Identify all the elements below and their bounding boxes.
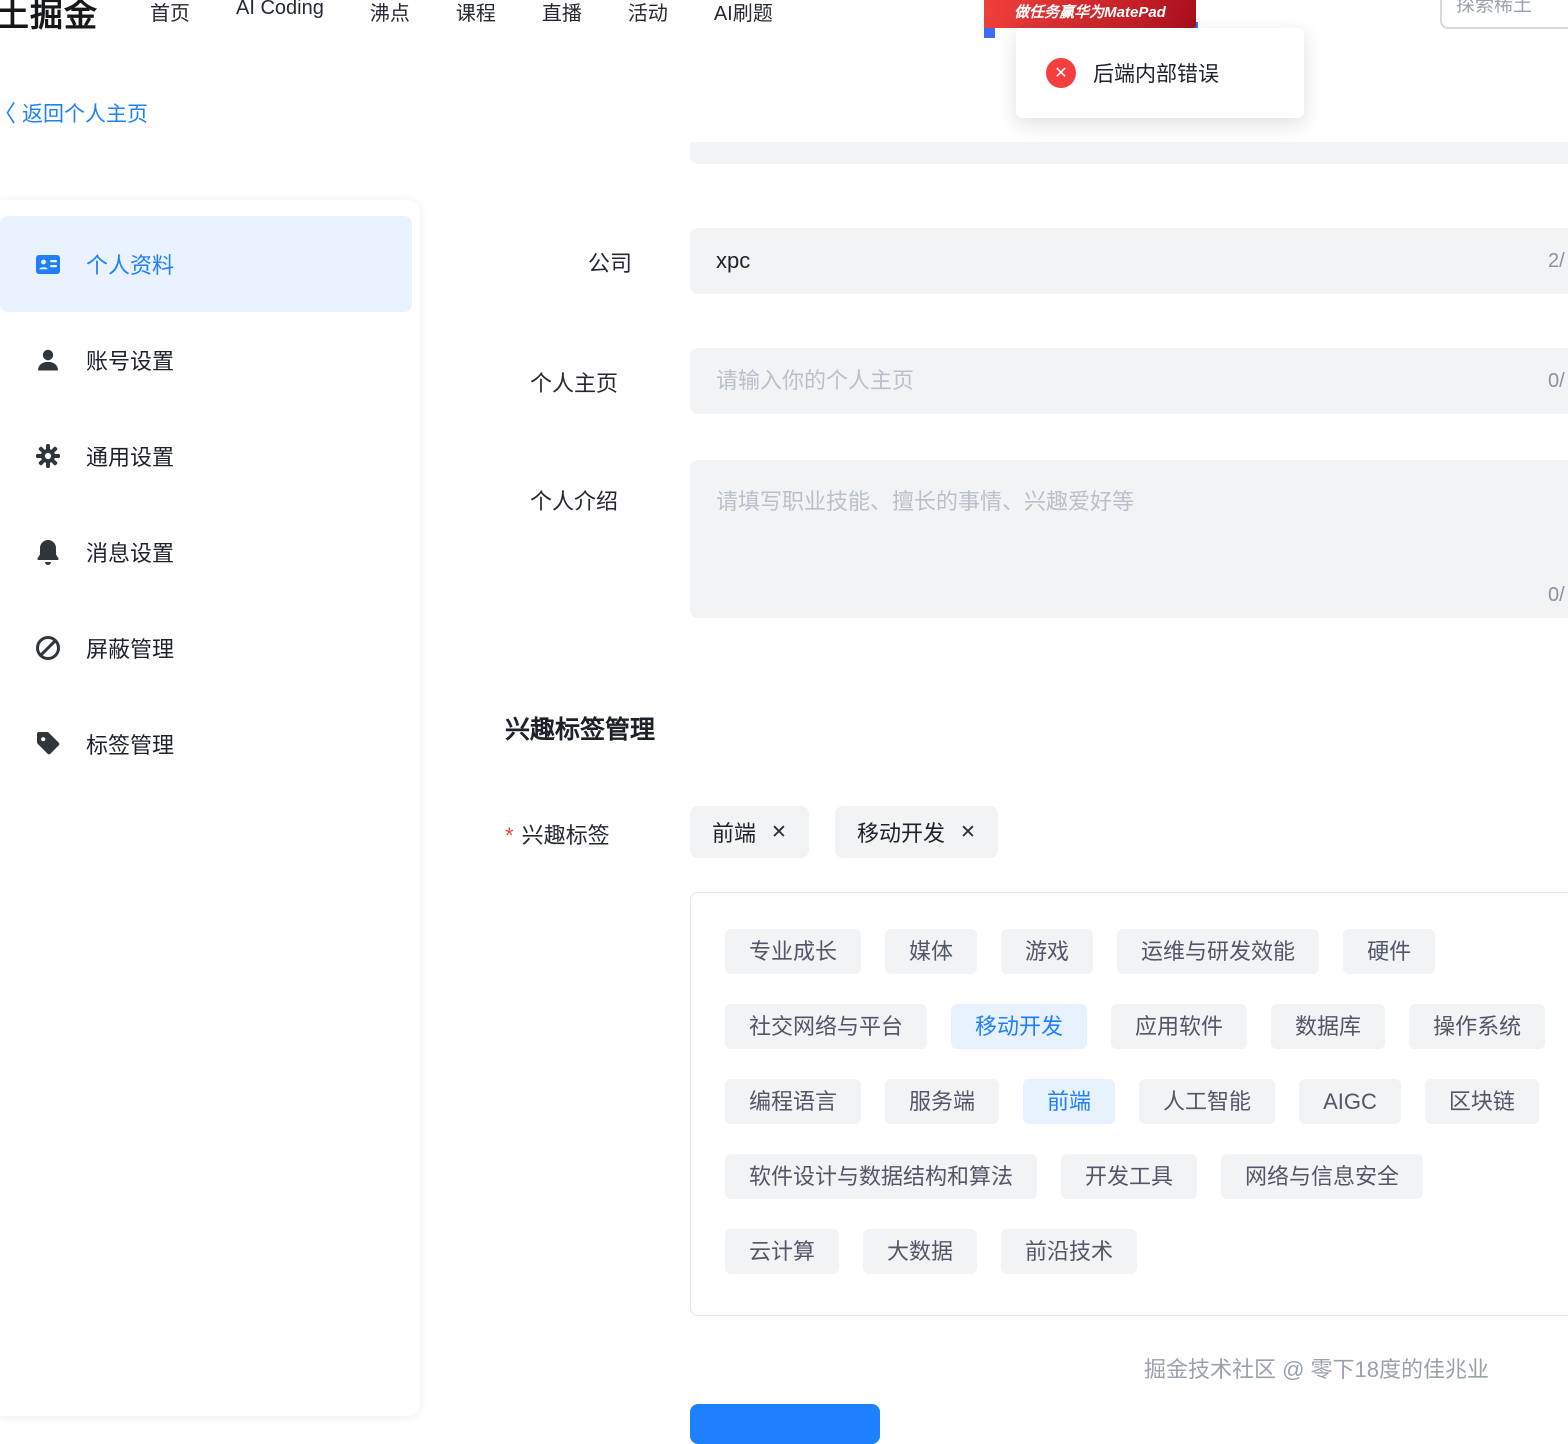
- tag-row: 编程语言 服务端 前端 人工智能 AIGC 区块链: [725, 1079, 1568, 1124]
- search-input[interactable]: [1440, 0, 1568, 29]
- bell-icon: [34, 538, 62, 566]
- tag-option[interactable]: 大数据: [863, 1229, 978, 1274]
- company-label: 公司: [588, 251, 633, 276]
- company-counter: 2/: [1548, 250, 1565, 272]
- homepage-input[interactable]: [690, 348, 1568, 414]
- nav-item-pins[interactable]: 沸点: [370, 0, 410, 26]
- back-to-profile-link[interactable]: 〈 返回个人主页: [0, 98, 148, 128]
- intro-counter: 0/: [1548, 584, 1565, 606]
- sidebar-item-label: 消息设置: [86, 541, 175, 566]
- sidebar-item-label: 屏蔽管理: [86, 637, 175, 662]
- sidebar-item-label: 标签管理: [86, 733, 175, 758]
- community-watermark: 掘金技术社区 @ 零下18度的佳兆业: [1144, 1357, 1490, 1382]
- tag-row: 社交网络与平台 移动开发 应用软件 数据库 操作系统: [725, 1004, 1568, 1049]
- intro-label: 个人介绍: [530, 489, 619, 514]
- nav-item-courses[interactable]: 课程: [456, 0, 496, 26]
- site-logo[interactable]: 土掘金: [0, 0, 98, 36]
- tag-option[interactable]: 操作系统: [1409, 1004, 1546, 1049]
- tag-option[interactable]: 开发工具: [1061, 1154, 1198, 1199]
- nav-item-live[interactable]: 直播: [542, 0, 582, 26]
- homepage-label: 个人主页: [530, 371, 619, 396]
- tag-option[interactable]: 网络与信息安全: [1221, 1154, 1424, 1199]
- tag-option[interactable]: 区块链: [1424, 1079, 1539, 1124]
- tag-option-selected[interactable]: 移动开发: [951, 1004, 1088, 1049]
- tag-option[interactable]: 专业成长: [725, 929, 862, 974]
- selected-tag-mobile: 移动开发 ✕: [834, 806, 998, 858]
- tag-option[interactable]: 服务端: [885, 1079, 1000, 1124]
- sidebar-item-label: 账号设置: [86, 349, 175, 374]
- sidebar-item-label: 个人资料: [86, 253, 175, 278]
- tag-option[interactable]: 云计算: [725, 1229, 840, 1274]
- tag-option[interactable]: 运维与研发效能: [1117, 929, 1320, 974]
- tag-option[interactable]: AIGC: [1299, 1079, 1401, 1124]
- interest-section-heading: 兴趣标签管理: [505, 716, 656, 744]
- sidebar-item-account[interactable]: 账号设置: [0, 312, 412, 408]
- settings-sidebar: 个人资料 账号设置 通用设置 消息设置 屏蔽管理 标签管理: [0, 200, 420, 1416]
- nav-item-events[interactable]: 活动: [628, 0, 668, 26]
- remove-tag-icon[interactable]: ✕: [771, 823, 787, 842]
- tag-option[interactable]: 媒体: [885, 929, 978, 974]
- company-input[interactable]: [690, 228, 1568, 294]
- tag-picker-panel: 专业成长 媒体 游戏 运维与研发效能 硬件 社交网络与平台 移动开发 应用软件 …: [690, 892, 1568, 1316]
- chip-label: 前端: [712, 821, 757, 846]
- nav-item-home[interactable]: 首页: [150, 0, 190, 26]
- error-circle-icon: ✕: [1046, 58, 1076, 88]
- tag-option[interactable]: 软件设计与数据结构和算法: [725, 1154, 1038, 1199]
- tag-option[interactable]: 前沿技术: [1001, 1229, 1138, 1274]
- gear-icon: [34, 442, 62, 470]
- tag-option[interactable]: 社交网络与平台: [725, 1004, 928, 1049]
- top-nav: 首页 AI Coding 沸点 课程 直播 活动 AI刷题: [150, 0, 773, 26]
- chip-label: 移动开发: [856, 821, 945, 846]
- user-icon: [34, 346, 62, 374]
- tag-row: 云计算 大数据 前沿技术: [725, 1229, 1568, 1274]
- nav-item-ai-quiz[interactable]: AI刷题: [714, 0, 773, 26]
- remove-tag-icon[interactable]: ✕: [960, 823, 976, 842]
- id-card-icon: [34, 250, 62, 278]
- intro-textarea[interactable]: [690, 460, 1568, 618]
- error-toast: ✕ 后端内部错误: [1016, 28, 1304, 118]
- tag-option[interactable]: 应用软件: [1111, 1004, 1248, 1049]
- chevron-left-icon: 〈: [0, 101, 16, 125]
- sidebar-item-tags[interactable]: 标签管理: [0, 696, 412, 792]
- tag-option[interactable]: 硬件: [1343, 929, 1436, 974]
- selected-tags: 前端 ✕ 移动开发 ✕: [690, 806, 998, 858]
- block-icon: [34, 634, 62, 662]
- tag-icon: [34, 730, 62, 758]
- sidebar-item-label: 通用设置: [86, 445, 175, 470]
- sidebar-item-notifications[interactable]: 消息设置: [0, 504, 412, 600]
- homepage-counter: 0/: [1548, 370, 1565, 392]
- sidebar-item-general[interactable]: 通用设置: [0, 408, 412, 504]
- nav-item-ai-coding[interactable]: AI Coding: [236, 0, 324, 26]
- sidebar-item-profile[interactable]: 个人资料: [0, 216, 412, 312]
- tag-option[interactable]: 编程语言: [725, 1079, 862, 1124]
- back-link-label: 返回个人主页: [22, 103, 148, 126]
- sidebar-item-block[interactable]: 屏蔽管理: [0, 600, 412, 696]
- clipped-field-bottom: [690, 142, 1568, 164]
- toast-message: 后端内部错误: [1093, 63, 1219, 86]
- tag-option[interactable]: 游戏: [1001, 929, 1094, 974]
- tag-option[interactable]: 数据库: [1271, 1004, 1386, 1049]
- tag-row: 软件设计与数据结构和算法 开发工具 网络与信息安全: [725, 1154, 1568, 1199]
- save-button[interactable]: [690, 1404, 880, 1444]
- tag-row: 专业成长 媒体 游戏 运维与研发效能 硬件: [725, 929, 1568, 974]
- interest-field-label: * 兴趣标签: [505, 823, 610, 848]
- required-asterisk: *: [505, 823, 514, 848]
- selected-tag-frontend: 前端 ✕: [690, 806, 809, 858]
- tag-option[interactable]: 人工智能: [1139, 1079, 1276, 1124]
- tag-option-selected[interactable]: 前端: [1023, 1079, 1116, 1124]
- promo-banner[interactable]: 做任务赢华为MatePad: [984, 0, 1196, 28]
